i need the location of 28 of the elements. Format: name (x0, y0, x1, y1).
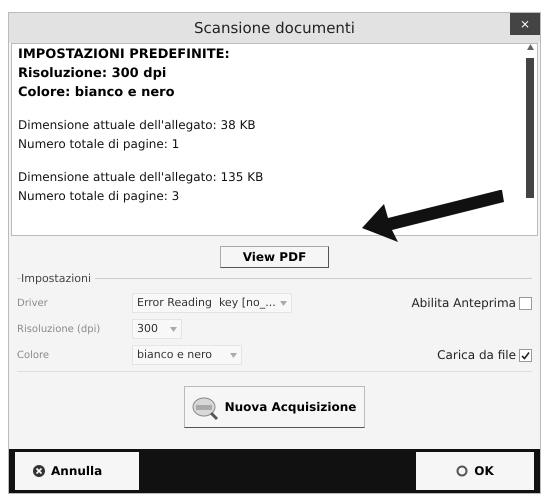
report-line: Numero totale di pagine: 1 (18, 136, 180, 153)
caret-icon (280, 300, 287, 306)
option-label: Abilita Anteprima (411, 295, 516, 312)
cancel-icon (33, 465, 45, 477)
dropdown[interactable]: bianco e nero (132, 345, 242, 365)
checkbox[interactable] (519, 296, 532, 310)
settings-title: Impostazioni (21, 271, 96, 288)
view-pdf-button[interactable]: View PDF (220, 246, 330, 268)
setting-label: Risoluzione (dpi) (17, 322, 102, 336)
report-line: Dimensione attuale dell'allegato: 38 KB (18, 117, 257, 134)
option-label: Carica da file (437, 347, 516, 364)
window-title: Scansione documenti (194, 18, 355, 39)
cancel-button[interactable]: Annulla (15, 452, 139, 490)
caret-icon (170, 326, 177, 332)
setting-label: Driver (17, 296, 49, 310)
setting-label: Colore (17, 348, 50, 362)
report-line: Risoluzione: 300 dpi (18, 65, 168, 83)
caret-icon (230, 352, 237, 358)
report-line: Dimensione attuale dell'allegato: 135 KB (18, 169, 264, 186)
scan-button[interactable]: Nuova Acquisizione (184, 386, 366, 428)
report-line: Colore: bianco e nero (18, 84, 176, 102)
ok-button[interactable]: OK (416, 452, 534, 490)
report-line: Numero totale di pagine: 3 (18, 188, 180, 205)
close-button[interactable]: × (510, 13, 540, 35)
dropdown[interactable]: 300 (132, 319, 182, 339)
checkbox[interactable] (519, 348, 532, 362)
report-line: IMPOSTAZIONI PREDEFINITE: (18, 46, 231, 64)
dropdown[interactable]: Error Reading key [no_... (132, 293, 292, 313)
